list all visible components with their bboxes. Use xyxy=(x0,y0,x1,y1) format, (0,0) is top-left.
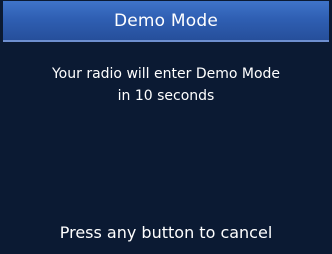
message-line-1: Your radio will enter Demo Mode xyxy=(51,66,281,82)
cancel-hint: Press any button to cancel xyxy=(59,223,273,242)
title-bar: Demo Mode xyxy=(3,1,329,42)
screen-title: Demo Mode xyxy=(113,10,219,31)
demo-mode-message: Your radio will enter Demo Mode in 10 se… xyxy=(0,63,332,107)
radio-display-screen: Demo Mode Your radio will enter Demo Mod… xyxy=(0,0,332,254)
message-line-2: in 10 seconds xyxy=(117,88,215,104)
